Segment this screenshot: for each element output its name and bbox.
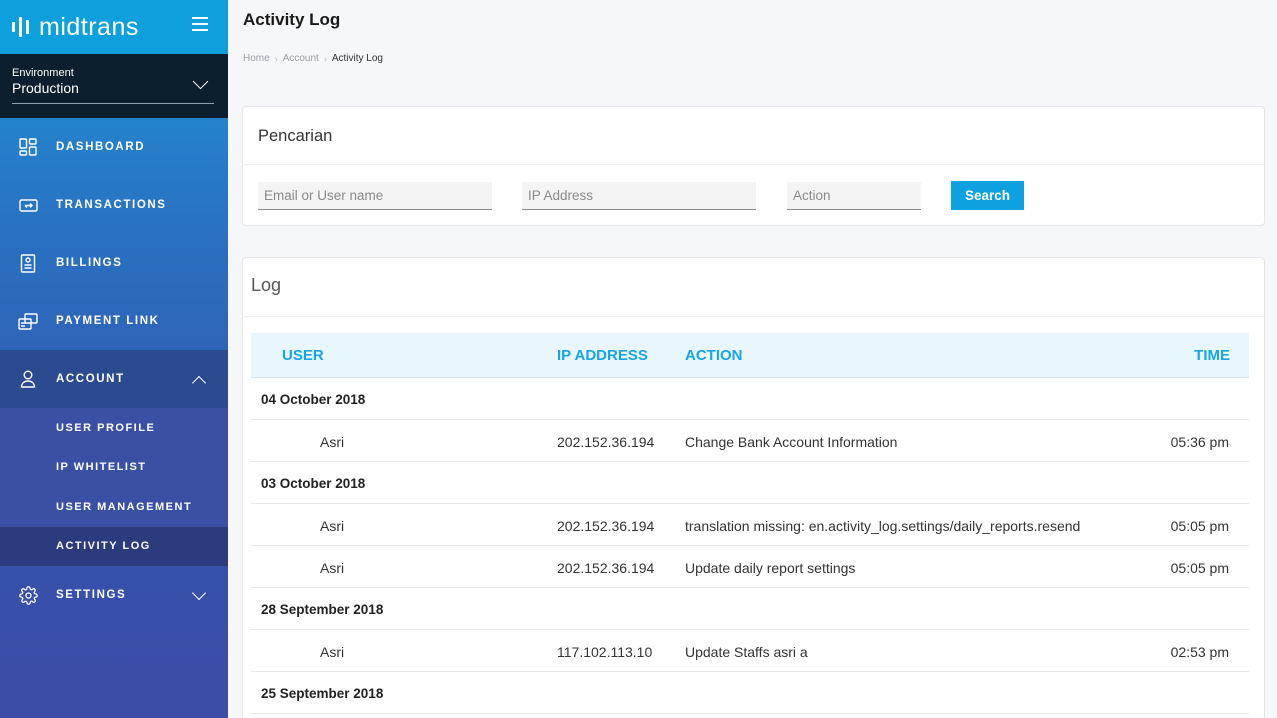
brand-header: midtrans (0, 0, 228, 54)
midtrans-logo[interactable]: midtrans (12, 13, 139, 42)
dashboard-icon (18, 137, 38, 157)
sidebar-subitem-activity-log[interactable]: ACTIVITY LOG (0, 526, 228, 566)
activity-log-table: USER IP ADDRESS ACTION TIME 04 October 2… (251, 333, 1249, 714)
sidebar-item-billings[interactable]: BILLINGS (0, 234, 228, 292)
column-header-ip-address: IP ADDRESS (557, 346, 648, 364)
sidebar-item-dashboard[interactable]: DASHBOARD (0, 118, 228, 176)
transactions-icon (18, 195, 38, 215)
cell-time: 05:05 pm (1170, 560, 1229, 576)
breadcrumb-separator-icon: › (323, 53, 327, 64)
cell-time: 02:53 pm (1170, 644, 1229, 660)
environment-underline (12, 103, 214, 104)
cell-ip-address: 202.152.36.194 (557, 560, 655, 576)
search-panel-title: Pencarian (258, 127, 333, 145)
environment-label: Environment (12, 67, 74, 79)
environment-value: Production (12, 80, 79, 96)
email-username-input[interactable] (258, 182, 492, 210)
date-group-label: 03 October 2018 (261, 476, 366, 491)
page-title: Activity Log (243, 10, 341, 29)
cell-time: 05:05 pm (1170, 518, 1229, 534)
cell-user: Asri (320, 518, 345, 534)
main-content: Activity Log Home › Account › Activity L… (228, 0, 1277, 718)
sidebar-item-label: TRANSACTIONS (56, 199, 167, 211)
cell-ip-address: 202.152.36.194 (557, 434, 655, 450)
sidebar: midtrans Environment Production DASHBOAR… (0, 0, 228, 718)
cell-ip-address: 117.102.113.10 (557, 644, 653, 660)
sidebar-item-transactions[interactable]: TRANSACTIONS (0, 176, 228, 234)
search-button[interactable]: Search (951, 181, 1024, 210)
sidebar-item-label: DASHBOARD (56, 141, 146, 153)
table-row: Asri 202.152.36.194 Update daily report … (251, 546, 1249, 588)
action-input[interactable] (787, 182, 921, 210)
breadcrumb-home[interactable]: Home (243, 53, 270, 64)
sidebar-item-label: BILLINGS (56, 257, 123, 269)
date-group-label: 25 September 2018 (261, 686, 384, 701)
column-header-action: ACTION (685, 346, 743, 364)
sidebar-subitem-ip-whitelist[interactable]: IP WHITELIST (0, 448, 228, 488)
divider (243, 316, 1264, 317)
table-header: USER IP ADDRESS ACTION TIME (251, 333, 1249, 378)
breadcrumb-account[interactable]: Account (283, 53, 319, 64)
date-group-label: 04 October 2018 (261, 392, 366, 407)
cell-action: Update Staffs asri a (685, 644, 808, 660)
breadcrumb-separator-icon: › (274, 53, 278, 64)
sidebar-item-label: ACCOUNT (56, 373, 125, 385)
cell-action: Update daily report settings (685, 560, 856, 576)
environment-selector[interactable]: Environment Production (0, 54, 228, 118)
divider (243, 164, 1264, 165)
account-submenu: USER PROFILE IP WHITELIST USER MANAGEMEN… (0, 408, 228, 566)
date-group-row: 04 October 2018 (251, 378, 1249, 420)
payment-link-icon (18, 311, 38, 331)
cell-action: Change Bank Account Information (685, 434, 898, 450)
search-panel: Pencarian Search (242, 106, 1265, 226)
table-row: Asri 202.152.36.194 Change Bank Account … (251, 420, 1249, 462)
column-header-time: TIME (1194, 346, 1230, 364)
sidebar-item-label: PAYMENT LINK (56, 315, 160, 327)
chevron-up-icon (191, 375, 207, 391)
date-group-row: 25 September 2018 (251, 672, 1249, 714)
breadcrumb: Home › Account › Activity Log (243, 53, 383, 64)
date-group-row: 03 October 2018 (251, 462, 1249, 504)
sidebar-subitem-user-management[interactable]: USER MANAGEMENT (0, 487, 228, 527)
log-panel-title: Log (251, 275, 282, 295)
sidebar-item-account[interactable]: ACCOUNT (0, 350, 228, 408)
gear-icon (18, 585, 38, 605)
table-row: Asri 202.152.36.194 translation missing:… (251, 504, 1249, 546)
breadcrumb-current: Activity Log (331, 53, 383, 64)
cell-user: Asri (320, 560, 345, 576)
billings-icon (18, 253, 38, 273)
date-group-row: 28 September 2018 (251, 588, 1249, 630)
sidebar-item-label: SETTINGS (56, 589, 127, 601)
sidebar-subitem-user-profile[interactable]: USER PROFILE (0, 408, 228, 448)
table-row: Asri 117.102.113.10 Update Staffs asri a… (251, 630, 1249, 672)
cell-ip-address: 202.152.36.194 (557, 518, 655, 534)
brand-name: midtrans (39, 12, 139, 41)
cell-action: translation missing: en.activity_log.set… (685, 518, 1081, 534)
date-group-label: 28 September 2018 (261, 602, 384, 617)
log-panel: Log USER IP ADDRESS ACTION TIME 04 Octob… (242, 257, 1265, 718)
sidebar-item-payment-link[interactable]: PAYMENT LINK (0, 292, 228, 350)
cell-time: 05:36 pm (1170, 434, 1229, 450)
user-icon (18, 369, 38, 389)
ip-address-input[interactable] (522, 182, 756, 210)
cell-user: Asri (320, 644, 345, 660)
cell-user: Asri (320, 434, 345, 450)
logo-mark-icon (12, 17, 29, 37)
column-header-user: USER (282, 346, 324, 364)
sidebar-item-settings[interactable]: SETTINGS (0, 566, 228, 624)
hamburger-menu-icon[interactable] (192, 17, 208, 31)
chevron-down-icon (191, 585, 207, 601)
